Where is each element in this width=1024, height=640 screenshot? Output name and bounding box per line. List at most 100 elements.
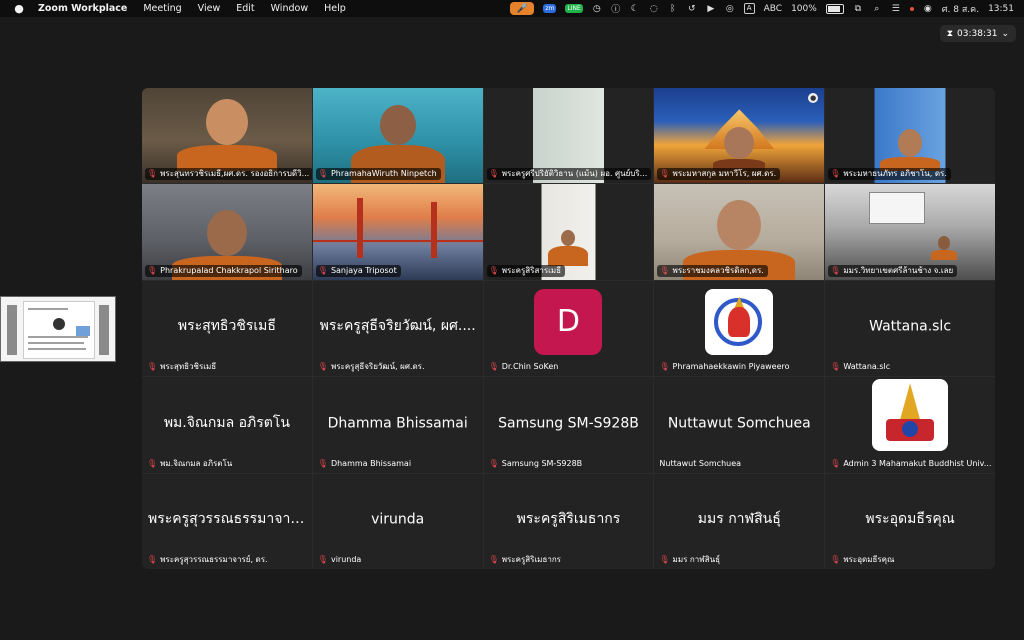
siri-icon[interactable]: ◉ bbox=[923, 4, 933, 14]
muted-mic-icon: 🎙︎ bbox=[317, 169, 328, 179]
wifi-off-icon[interactable]: ◌ bbox=[649, 4, 659, 14]
battery-percent: 100% bbox=[791, 3, 817, 14]
zoom-tray-icon[interactable]: zm bbox=[543, 4, 557, 13]
participant-tile[interactable]: 🎙︎ พระมหาธนภัทร อภิชาโน, ดร. bbox=[825, 88, 995, 184]
participant-display-name: พระครูสิริเมธากร bbox=[516, 511, 621, 528]
participant-tile[interactable]: 🎙︎ พระครูสิริสารเมธี bbox=[483, 184, 654, 280]
participant-tile[interactable]: Dhamma Bhissamai 🎙︎ Dhamma Bhissamai bbox=[312, 377, 483, 473]
control-center-icon[interactable]: ☰ bbox=[891, 4, 901, 14]
participant-name-tag: 🎙︎ พระสุทธิวชิรเมธี bbox=[147, 362, 217, 372]
pin-icon[interactable]: ● bbox=[808, 93, 819, 103]
muted-mic-icon: 🎙︎ bbox=[830, 169, 841, 179]
participant-tile[interactable]: 🎙︎ มมร.วิทยาเขตศรีล้านช้าง จ.เลย bbox=[825, 184, 995, 280]
participant-name-tag: 🎙︎ พระราชมงคลวชิรดิลก,ดร. bbox=[657, 264, 768, 277]
time-machine-icon[interactable]: ↺ bbox=[687, 4, 697, 14]
participant-display-name: พระครูสุวรรณธรรมาจาร... bbox=[148, 511, 306, 528]
participant-name-tag: 🎙︎ Dhamma Bhissamai bbox=[317, 458, 412, 468]
participant-display-name: พระครูสุธีจริยวัฒน์, ผศ.... bbox=[319, 318, 476, 335]
muted-mic-icon: 🎙︎ bbox=[830, 458, 841, 468]
participant-name-tag: 🎙︎ virunda bbox=[317, 555, 362, 564]
participant-name-tag: 🎙︎ Phramahaekkawin Piyaweero bbox=[659, 362, 790, 372]
menu-help[interactable]: Help bbox=[324, 3, 346, 14]
participant-tile[interactable]: 🎙︎ PhramahaWiruth Ninpetch bbox=[312, 88, 483, 184]
participant-display-name: virunda bbox=[371, 511, 425, 528]
participant-name-tag: 🎙︎ พระมหาธนภัทร อภิชาโน, ดร. bbox=[828, 168, 951, 181]
muted-mic-icon: 🎙︎ bbox=[488, 555, 499, 564]
bullseye-icon[interactable]: ◎ bbox=[725, 4, 735, 14]
menubar-date[interactable]: ศ. 8 ส.ค. bbox=[942, 2, 979, 16]
participant-name-tag: 🎙︎ มมร กาฬสินธุ์ bbox=[659, 555, 720, 564]
participant-video bbox=[713, 127, 766, 172]
participant-video bbox=[931, 235, 958, 260]
thumbnail-text-line bbox=[28, 348, 86, 350]
participant-tile[interactable]: Samsung SM-S928B 🎙︎ Samsung SM-S928B bbox=[483, 377, 654, 473]
participant-tile[interactable]: 🎙︎ พระราชมงคลวชิรดิลก,ดร. bbox=[654, 184, 825, 280]
line-tray-icon[interactable]: LINE bbox=[565, 4, 583, 13]
input-source-box[interactable]: A bbox=[743, 3, 755, 14]
participant-tile[interactable]: 🎙︎ Admin 3 Mahamakut Buddhist Univ... bbox=[825, 377, 995, 473]
participant-name-tag: 🎙︎ Admin 3 Mahamakut Buddhist Univ... bbox=[830, 458, 992, 468]
shared-screen-thumbnail[interactable] bbox=[0, 296, 116, 362]
muted-mic-icon: 🎙︎ bbox=[317, 555, 328, 564]
clock-icon[interactable]: ◷ bbox=[592, 4, 602, 14]
participant-tile[interactable]: พระครูสุธีจริยวัฒน์, ผศ.... 🎙︎ พระครูสุธี… bbox=[312, 280, 483, 377]
bluetooth-icon[interactable]: ᛒ bbox=[668, 4, 678, 14]
search-icon[interactable]: ⌕ bbox=[872, 4, 882, 14]
menu-window[interactable]: Window bbox=[271, 3, 308, 14]
battery-icon[interactable] bbox=[825, 3, 844, 14]
meeting-timer[interactable]: ⧗ 03:38:31 ⌄ bbox=[939, 25, 1016, 42]
participant-display-name: Wattana.slc bbox=[869, 318, 952, 335]
muted-mic-icon: 🎙︎ bbox=[830, 265, 841, 275]
thumbnail-text-line bbox=[28, 308, 68, 310]
participant-avatar-logo bbox=[872, 379, 949, 452]
participant-tile[interactable]: พระครูสุวรรณธรรมาจาร... 🎙︎ พระครูสุวรรณธร… bbox=[142, 473, 312, 569]
participant-avatar: D bbox=[534, 288, 603, 355]
participant-tile[interactable]: 🎙︎ พระครูศรีปริยัติวิธาน (แม้น) ผอ. ศูนย์… bbox=[483, 88, 654, 184]
info-icon[interactable]: ⓘ bbox=[611, 2, 621, 15]
thumbnail-text-line bbox=[28, 336, 88, 338]
muted-mic-icon: 🎙︎ bbox=[147, 265, 158, 275]
participant-tile[interactable]: พม.จิณกมล อภิรตโน 🎙︎ พม.จิณกมล อภิรตโน bbox=[142, 377, 312, 473]
participant-name-tag: 🎙︎ พระอุดมธีรคุณ bbox=[830, 555, 895, 564]
participant-tile[interactable]: D 🎙︎ Dr.Chin SoKen bbox=[483, 280, 654, 377]
participant-display-name: Dhamma Bhissamai bbox=[327, 415, 468, 432]
participant-tile[interactable]: 🎙︎ พระสุนทรวชิรเมธี,ผศ.ดร. รองอธิการบดีวิ… bbox=[142, 88, 312, 184]
participant-tile[interactable]: ● 🎙︎ พระมหาสกุล มหาวีโร, ผศ.ดร. bbox=[654, 88, 825, 184]
bridge-tower bbox=[356, 198, 363, 259]
participant-tile[interactable]: พระอุดมธีรคุณ 🎙︎ พระอุดมธีรคุณ bbox=[825, 473, 995, 569]
input-source-label[interactable]: ABC bbox=[764, 4, 782, 14]
screen-mirror-icon[interactable]: ⧉ bbox=[853, 4, 863, 14]
projector-screen bbox=[869, 192, 926, 225]
participant-tile[interactable]: มมร กาฬสินธุ์ 🎙︎ มมร กาฬสินธุ์ bbox=[654, 473, 825, 569]
apple-icon[interactable]: ● bbox=[12, 2, 26, 15]
thumbnail-seal-icon bbox=[53, 318, 65, 330]
participant-avatar-logo bbox=[705, 288, 774, 355]
participant-tile[interactable]: virunda 🎙︎ virunda bbox=[312, 473, 483, 569]
participant-video bbox=[176, 99, 277, 172]
participant-video bbox=[548, 229, 589, 266]
participant-tile[interactable]: 🎙︎ Phrakrupalad Chakkrapol Siritharo bbox=[142, 184, 312, 280]
app-menu[interactable]: Zoom Workplace bbox=[38, 3, 127, 14]
participant-name-tag: Nuttawut Somchuea bbox=[659, 458, 742, 468]
thumbnail-highlight bbox=[76, 326, 90, 336]
play-icon[interactable]: ▶ bbox=[706, 4, 716, 14]
participant-tile[interactable]: Nuttawut Somchuea Nuttawut Somchuea bbox=[654, 377, 825, 473]
muted-mic-icon: 🎙︎ bbox=[659, 169, 670, 179]
thumbnail-sidebar bbox=[7, 305, 17, 355]
menu-view[interactable]: View bbox=[198, 3, 221, 14]
participant-tile[interactable]: พระสุทธิวชิรเมธี 🎙︎ พระสุทธิวชิรเมธี bbox=[142, 280, 312, 377]
participant-tile[interactable]: 🎙︎ Sanjaya Triposot bbox=[312, 184, 483, 280]
menubar-time[interactable]: 13:51 bbox=[988, 4, 1014, 14]
participant-name-tag: 🎙︎ พระครูสุธีจริยวัฒน์, ผศ.ดร. bbox=[317, 362, 425, 372]
participant-tile[interactable]: Wattana.slc 🎙︎ Wattana.slc bbox=[825, 280, 995, 377]
participant-name-tag: 🎙︎ Phrakrupalad Chakkrapol Siritharo bbox=[145, 264, 302, 277]
gallery-view: 🎙︎ พระสุนทรวชิรเมธี,ผศ.ดร. รองอธิการบดีวิ… bbox=[142, 88, 995, 569]
microphone-in-use-icon[interactable]: 🎤 bbox=[510, 2, 535, 15]
muted-mic-icon: 🎙︎ bbox=[830, 555, 841, 564]
menu-meeting[interactable]: Meeting bbox=[143, 3, 181, 14]
participant-name-tag: 🎙︎ Sanjaya Triposot bbox=[315, 264, 401, 277]
menu-edit[interactable]: Edit bbox=[236, 3, 254, 14]
participant-tile[interactable]: พระครูสิริเมธากร 🎙︎ พระครูสิริเมธากร bbox=[483, 473, 654, 569]
participant-tile[interactable]: 🎙︎ Phramahaekkawin Piyaweero bbox=[654, 280, 825, 377]
moon-icon[interactable]: ☾ bbox=[630, 4, 640, 14]
